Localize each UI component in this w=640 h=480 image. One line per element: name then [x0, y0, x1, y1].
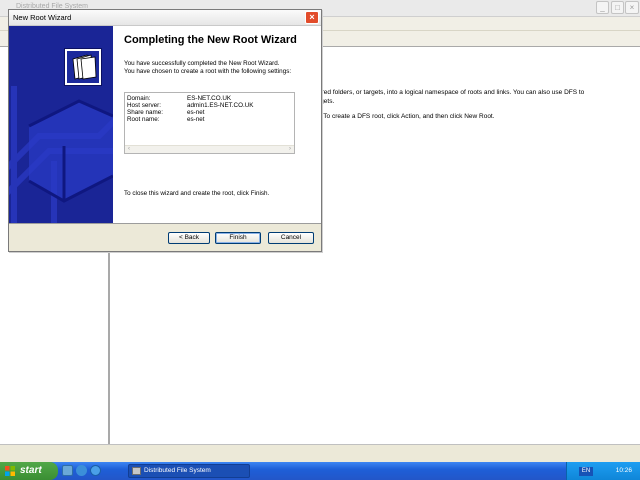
horizontal-scrollbar[interactable]: ‹ ›: [125, 145, 294, 153]
intro-line-1: You have successfully completed the New …: [124, 60, 280, 67]
intro-line-2: You have chosen to create a root with th…: [124, 67, 292, 75]
cancel-button[interactable]: Cancel: [268, 232, 314, 244]
summary-row-domain: Domain: ES-NET.CO.UK: [127, 95, 231, 102]
summary-row-share-name: Share name: es-net: [127, 109, 205, 116]
mmc-close-button[interactable]: ×: [625, 1, 639, 14]
system-tray: EN 10:26: [566, 462, 640, 480]
dfs-description: ared folders, or targets, into a logical…: [318, 89, 613, 129]
internet-explorer-icon[interactable]: [76, 465, 87, 476]
folders-icon: [64, 48, 102, 86]
description-line-3: t. To create a DFS root, click Action, a…: [318, 113, 495, 121]
wizard-button-bar: < Back Finish Cancel: [9, 223, 321, 251]
taskbar: start Distributed File System EN 10:26: [0, 462, 640, 480]
media-player-icon[interactable]: [90, 465, 101, 476]
wizard-close-button[interactable]: ×: [305, 11, 319, 24]
new-root-wizard-dialog: New Root Wizard × Completing the New Roo…: [8, 9, 322, 252]
description-line-2: rgets.: [318, 97, 335, 105]
taskbar-item-dfs[interactable]: Distributed File System: [128, 464, 250, 478]
finish-instruction: To close this wizard and create the root…: [124, 190, 270, 197]
wizard-titlebar[interactable]: New Root Wizard ×: [9, 10, 321, 26]
taskbar-item-label: Distributed File System: [144, 467, 211, 474]
show-desktop-icon[interactable]: [62, 465, 73, 476]
settings-summary-box[interactable]: Domain: ES-NET.CO.UK Host server: admin1.E…: [124, 92, 295, 154]
start-label: start: [20, 465, 42, 476]
mmc-statusbar: [0, 444, 640, 462]
summary-label: Root name:: [127, 116, 160, 123]
summary-row-host-server: Host server: admin1.ES-NET.CO.UK: [127, 102, 254, 109]
language-indicator[interactable]: EN: [579, 467, 593, 476]
summary-label: Host server:: [127, 102, 161, 109]
clock[interactable]: 10:26: [616, 467, 632, 474]
finish-button[interactable]: Finish: [215, 232, 261, 244]
start-button[interactable]: start: [0, 462, 58, 480]
wizard-title: New Root Wizard: [13, 13, 72, 22]
minimize-button[interactable]: _: [596, 1, 609, 14]
wizard-heading: Completing the New Root Wizard: [124, 34, 297, 46]
windows-flag-icon: [5, 466, 15, 476]
summary-value: ES-NET.CO.UK: [187, 95, 232, 102]
back-button[interactable]: < Back: [168, 232, 210, 244]
summary-label: Domain:: [127, 95, 151, 102]
summary-label: Share name:: [127, 109, 164, 116]
mmc-app-icon: [132, 467, 141, 475]
summary-value: admin1.ES-NET.CO.UK: [187, 102, 254, 109]
summary-value: es-net: [187, 116, 205, 123]
scroll-right-icon[interactable]: ›: [286, 146, 294, 153]
scroll-left-icon[interactable]: ‹: [125, 146, 133, 153]
summary-value: es-net: [187, 109, 205, 116]
maximize-button[interactable]: □: [611, 1, 624, 14]
wizard-content: Completing the New Root Wizard You have …: [113, 26, 321, 223]
wizard-intro: You have successfully completed the New …: [124, 60, 314, 75]
wizard-banner: [9, 26, 113, 223]
summary-row-root-name: Root name: es-net: [127, 116, 205, 123]
description-line-1: ared folders, or targets, into a logical…: [318, 89, 585, 96]
quick-launch-bar: [62, 465, 122, 477]
